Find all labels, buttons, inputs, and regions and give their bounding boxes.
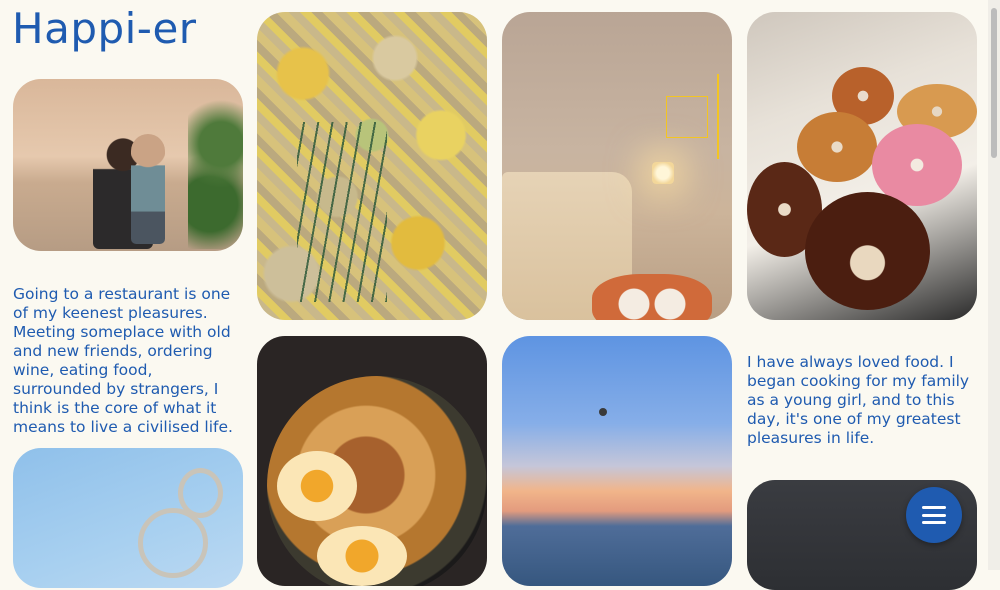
- photo-family[interactable]: [13, 79, 243, 251]
- photo-leaves[interactable]: [257, 12, 487, 320]
- tree-shape: [188, 99, 243, 249]
- fried-egg: [277, 451, 357, 521]
- lamp: [652, 162, 674, 184]
- photo-noodles[interactable]: [257, 336, 487, 586]
- person-child: [131, 134, 165, 244]
- scrollbar-thumb[interactable]: [991, 8, 997, 158]
- grass-blades: [297, 122, 387, 302]
- cooking-paragraph: I have always loved food. I began cookin…: [747, 353, 970, 447]
- photo-keys[interactable]: [13, 448, 243, 588]
- donut: [805, 192, 930, 310]
- donut: [797, 112, 877, 182]
- bird: [599, 408, 607, 416]
- menu-icon: [922, 506, 946, 524]
- photo-donuts[interactable]: [747, 12, 977, 320]
- key-ring: [178, 468, 223, 518]
- key-ring: [138, 508, 208, 578]
- menu-button[interactable]: [906, 487, 962, 543]
- photo-sunset-sea[interactable]: [502, 336, 732, 586]
- page-scrollbar[interactable]: [988, 0, 1000, 570]
- restaurant-paragraph: Going to a restaurant is one of my keene…: [13, 285, 233, 436]
- rug: [592, 274, 712, 320]
- photo-bedroom[interactable]: [502, 12, 732, 320]
- camera-focus-box: [666, 96, 708, 138]
- camera-exposure-line: [717, 74, 719, 159]
- fried-egg: [317, 526, 407, 586]
- page-title: Happi-er: [12, 4, 197, 53]
